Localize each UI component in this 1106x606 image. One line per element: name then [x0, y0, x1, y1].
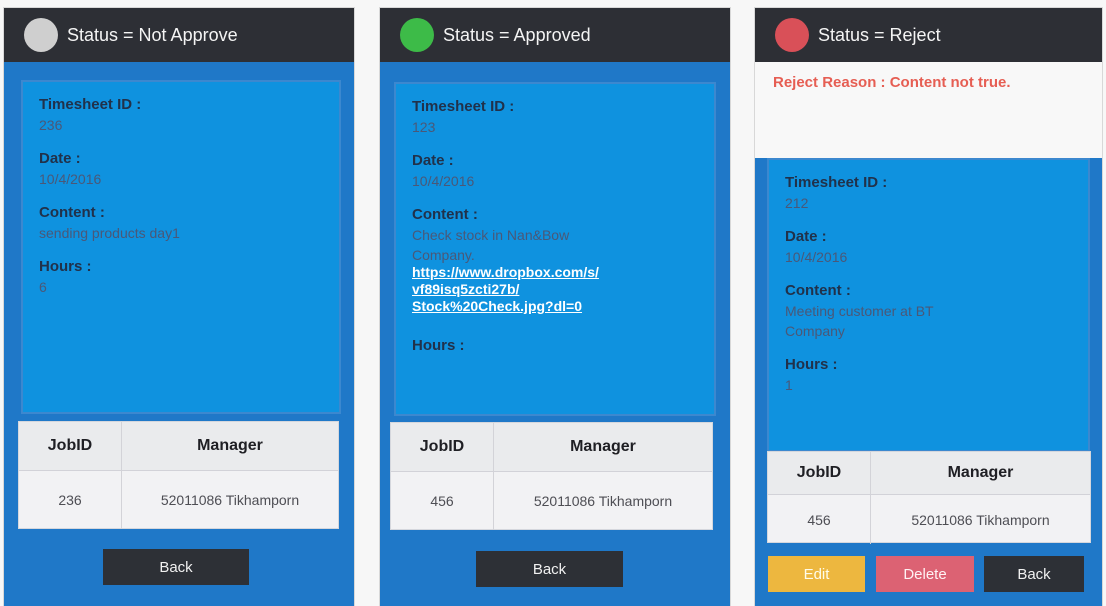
timesheet-id-label: Timesheet ID : — [412, 98, 515, 115]
timesheet-id-field: Timesheet ID : 123 — [412, 98, 714, 136]
table-row: 456 52011086 Tikhamporn — [391, 472, 712, 530]
table-row: 236 52011086 Tikhamporn — [19, 471, 338, 529]
hours-field: Hours : — [412, 337, 714, 355]
hours-label: Hours : — [785, 356, 838, 373]
status-dot-icon — [24, 18, 58, 52]
content-label: Content : — [412, 206, 478, 223]
content-line-2: Company — [785, 323, 845, 339]
manager-column-header: Manager — [947, 464, 1014, 481]
timesheet-id-label: Timesheet ID : — [785, 174, 888, 191]
timesheet-details-card: Timesheet ID : 236 Date : 10/4/2016 Cont… — [21, 80, 341, 414]
table-header-row: JobID Manager — [19, 422, 338, 471]
content-value: sending products day1 — [39, 225, 180, 241]
content-field: Content : Meeting customer at BT Company — [785, 282, 1088, 340]
date-value: 10/4/2016 — [785, 249, 848, 265]
jobid-column-header: JobID — [768, 452, 871, 494]
hours-field: Hours : 1 — [785, 356, 1088, 394]
timesheet-details-card: Timesheet ID : 123 Date : 10/4/2016 Cont… — [394, 82, 716, 416]
date-label: Date : — [39, 150, 81, 167]
jobid-cell: 456 — [768, 495, 871, 544]
timesheet-screen-approved: Status = Approved Timesheet ID : 123 Dat… — [380, 8, 730, 606]
jobid-cell: 456 — [391, 472, 494, 530]
hours-value: 6 — [39, 279, 47, 295]
manager-cell: 52011086 Tikhamporn — [911, 511, 1050, 528]
delete-button[interactable]: Delete — [876, 556, 974, 592]
timesheet-id-value: 236 — [39, 117, 63, 133]
manager-column-header: Manager — [570, 438, 636, 455]
back-button[interactable]: Back — [103, 549, 249, 585]
hours-label: Hours : — [412, 337, 465, 354]
back-button[interactable]: Back — [984, 556, 1084, 592]
date-field: Date : 10/4/2016 — [39, 150, 339, 188]
timesheet-id-label: Timesheet ID : — [39, 96, 142, 113]
status-bar: Status = Not Approve — [4, 8, 354, 62]
manager-cell: 52011086 Tikhamporn — [533, 493, 673, 509]
timesheet-id-value: 212 — [785, 195, 809, 211]
timesheet-screen-not-approve: Status = Not Approve Timesheet ID : 236 … — [4, 8, 354, 606]
timesheet-id-field: Timesheet ID : 236 — [39, 96, 339, 134]
content-link-line-2[interactable]: vf89isq5zcti27b/ — [412, 281, 714, 298]
date-field: Date : 10/4/2016 — [412, 152, 714, 190]
jobid-column-header: JobID — [19, 422, 122, 470]
content-label: Content : — [39, 204, 105, 221]
hours-field: Hours : 6 — [39, 258, 339, 296]
content-line-1: Meeting customer at BT — [785, 303, 934, 319]
reject-reason: Reject Reason : Content not true. — [773, 74, 1011, 91]
date-label: Date : — [412, 152, 454, 169]
content-line-2: Company. — [412, 247, 475, 263]
status-text: Status = Approved — [443, 24, 591, 45]
date-field: Date : 10/4/2016 — [785, 228, 1088, 266]
content-link-line-3[interactable]: Stock%20Check.jpg?dl=0 — [412, 298, 714, 315]
table-header-row: JobID Manager — [768, 452, 1090, 495]
date-label: Date : — [785, 228, 827, 245]
manager-column-header: Manager — [197, 437, 263, 454]
jobid-cell: 236 — [19, 471, 122, 529]
job-manager-table: JobID Manager 236 52011086 Tikhamporn — [18, 421, 339, 529]
date-value: 10/4/2016 — [412, 173, 475, 189]
status-bar: Status = Approved — [380, 8, 730, 62]
back-button[interactable]: Back — [476, 551, 623, 587]
hours-label: Hours : — [39, 258, 92, 275]
status-dot-icon — [775, 18, 809, 52]
timesheet-id-field: Timesheet ID : 212 — [785, 174, 1088, 212]
status-text: Status = Not Approve — [67, 24, 238, 45]
manager-cell: 52011086 Tikhamporn — [160, 492, 300, 508]
status-text: Status = Reject — [818, 24, 941, 45]
hours-value: 1 — [785, 377, 793, 393]
timesheet-details-card: Timesheet ID : 212 Date : 10/4/2016 Cont… — [767, 158, 1090, 452]
timesheet-id-value: 123 — [412, 119, 436, 135]
timesheet-screen-reject: Status = Reject Reject Reason : Content … — [755, 8, 1102, 606]
table-row: 456 52011086 Tikhamporn — [768, 495, 1090, 544]
content-link-line-1[interactable]: https://www.dropbox.com/s/ — [412, 264, 714, 281]
content-field: Content : sending products day1 — [39, 204, 339, 242]
content-field: Content : Check stock in Nan&Bow Company… — [412, 206, 714, 315]
content-label: Content : — [785, 282, 851, 299]
edit-button[interactable]: Edit — [768, 556, 865, 592]
jobid-column-header: JobID — [391, 423, 494, 471]
table-header-row: JobID Manager — [391, 423, 712, 472]
content-line-1: Check stock in Nan&Bow — [412, 227, 570, 243]
job-manager-table: JobID Manager 456 52011086 Tikhamporn — [390, 422, 713, 530]
status-bar: Status = Reject — [755, 8, 1102, 62]
status-dot-icon — [400, 18, 434, 52]
date-value: 10/4/2016 — [39, 171, 102, 187]
job-manager-table: JobID Manager 456 52011086 Tikhamporn — [767, 451, 1091, 544]
